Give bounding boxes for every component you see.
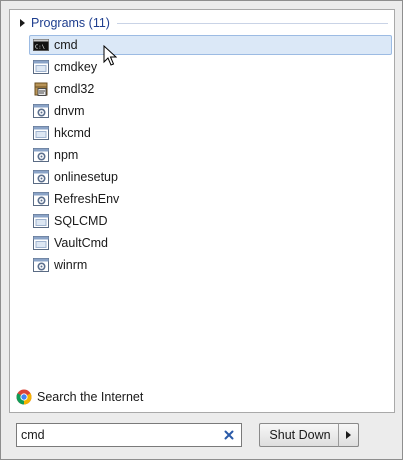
program-item-vaultcmd[interactable]: VaultCmd — [29, 233, 392, 253]
program-item-label: npm — [54, 148, 79, 162]
setup-package-icon — [33, 81, 49, 97]
program-item-label: VaultCmd — [54, 236, 108, 250]
search-box[interactable] — [16, 423, 242, 447]
app-window-icon — [33, 59, 49, 75]
search-internet-label: Search the Internet — [37, 390, 144, 404]
program-item-label: dnvm — [54, 104, 85, 118]
clear-x-icon[interactable] — [222, 428, 236, 442]
program-item-label: cmd — [54, 38, 78, 52]
expand-arrow-icon — [20, 19, 25, 27]
console-icon: C:\ — [33, 37, 49, 53]
start-menu: Programs (11) C:\ cmd cmdkey cmdl32 dnvm hkcm… — [0, 0, 403, 460]
program-item-label: cmdkey — [54, 60, 98, 74]
svg-text:C:\: C:\ — [35, 45, 45, 51]
program-item-label: SQLCMD — [54, 214, 108, 228]
settings-window-icon — [33, 103, 49, 119]
programs-group-title: Programs (11) — [31, 16, 110, 30]
search-input[interactable] — [21, 427, 221, 443]
group-divider — [116, 22, 388, 24]
results-panel: Programs (11) C:\ cmd cmdkey cmdl32 dnvm hkcm… — [9, 9, 395, 413]
shutdown-options-button[interactable] — [338, 423, 359, 447]
program-item-cmd[interactable]: C:\ cmd — [29, 35, 392, 55]
app-window-icon — [33, 125, 49, 141]
program-item-onlinesetup[interactable]: onlinesetup — [29, 167, 392, 187]
program-item-label: winrm — [54, 258, 88, 272]
settings-window-icon — [33, 169, 49, 185]
program-item-winrm[interactable]: winrm — [29, 255, 392, 275]
programs-group-header[interactable]: Programs (11) — [10, 14, 394, 32]
program-item-cmdkey[interactable]: cmdkey — [29, 57, 392, 77]
program-item-label: onlinesetup — [54, 170, 118, 184]
chrome-icon — [16, 389, 32, 405]
settings-window-icon — [33, 147, 49, 163]
mouse-cursor-icon — [103, 44, 118, 70]
search-internet-link[interactable]: Search the Internet — [16, 389, 143, 405]
program-item-npm[interactable]: npm — [29, 145, 392, 165]
program-item-label: RefreshEnv — [54, 192, 120, 206]
app-window-icon — [33, 235, 49, 251]
shutdown-label: Shut Down — [269, 428, 331, 442]
program-item-dnvm[interactable]: dnvm — [29, 101, 392, 121]
settings-window-icon — [33, 257, 49, 273]
program-item-label: cmdl32 — [54, 82, 95, 96]
program-item-sqlcmd[interactable]: SQLCMD — [29, 211, 392, 231]
program-item-cmdl32[interactable]: cmdl32 — [29, 79, 392, 99]
program-item-label: hkcmd — [54, 126, 91, 140]
program-item-refreshenv[interactable]: RefreshEnv — [29, 189, 392, 209]
app-window-icon — [33, 213, 49, 229]
settings-window-icon — [33, 191, 49, 207]
program-list: C:\ cmd cmdkey cmdl32 dnvm hkcmd npm onlinesetu… — [29, 35, 392, 277]
arrow-right-icon — [346, 431, 351, 439]
program-item-hkcmd[interactable]: hkcmd — [29, 123, 392, 143]
